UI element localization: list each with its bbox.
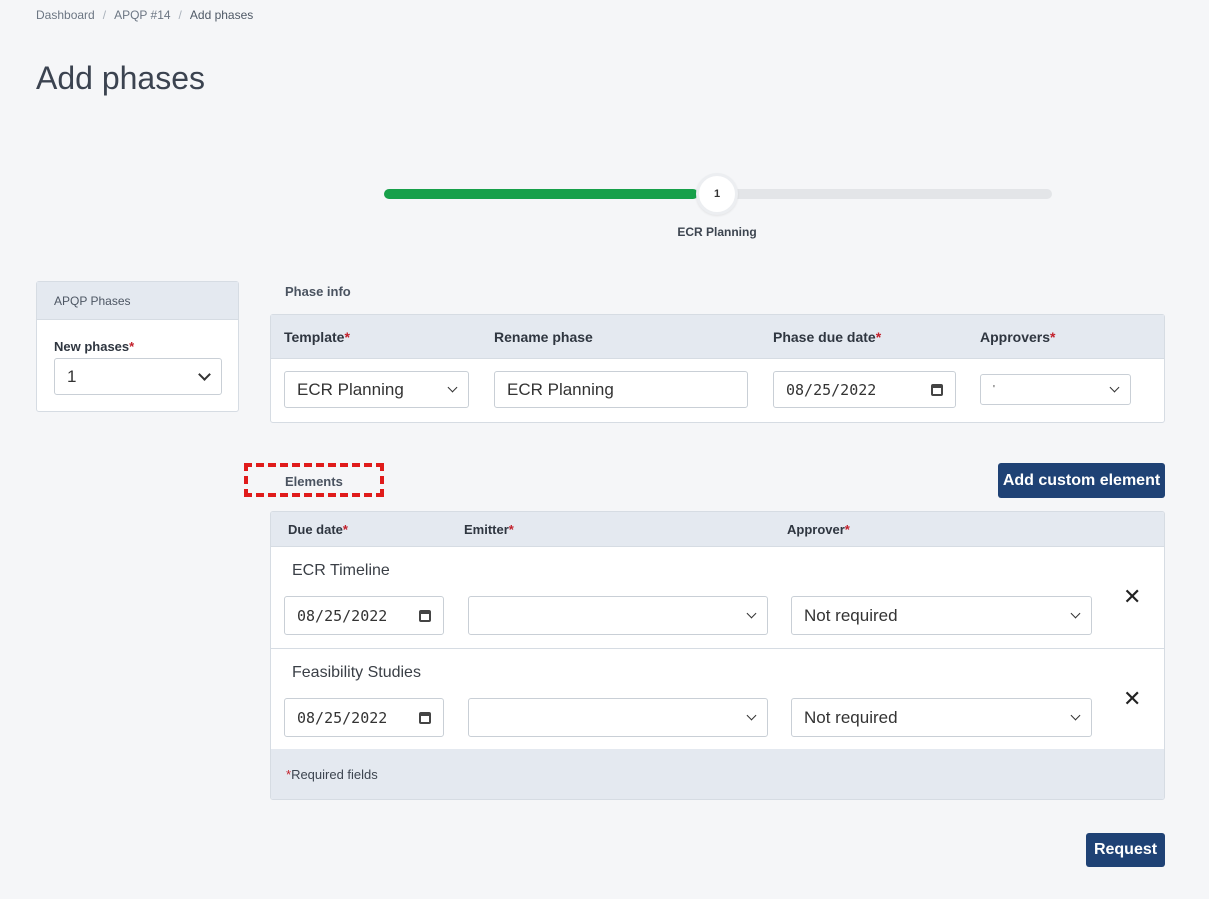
remove-element-close-icon[interactable]: ✕ <box>1123 686 1141 712</box>
new-phases-label: New phases* <box>54 339 135 354</box>
elements-label: Elements <box>285 474 343 489</box>
stepper-step-label: ECR Planning <box>677 225 757 239</box>
element-name: Feasibility Studies <box>292 664 421 681</box>
chevron-down-icon <box>746 710 757 720</box>
approver-select[interactable]: Not required <box>791 596 1092 635</box>
phase-info-table: Template* Rename phase Phase due date* A… <box>270 314 1165 423</box>
phase-due-date-input[interactable]: 08/25/2022 <box>773 371 956 408</box>
element-row: ECR Timeline 08/25/2022 Not required ✕ <box>271 547 1164 648</box>
calendar-icon[interactable] <box>419 609 431 622</box>
breadcrumb: Dashboard / APQP #14 / Add phases <box>36 8 253 22</box>
element-row: Feasibility Studies 08/25/2022 Not requi… <box>271 648 1164 749</box>
approver-value: Not required <box>804 605 898 625</box>
new-phases-select[interactable]: 1 <box>54 358 222 395</box>
required-fields-note: *Required fields <box>286 767 378 782</box>
breadcrumb-current: Add phases <box>189 8 254 22</box>
approver-select[interactable]: Not required <box>791 698 1092 737</box>
element-due-date-value: 08/25/2022 <box>297 708 388 727</box>
chevron-down-icon <box>1070 710 1081 720</box>
emitter-select[interactable] <box>468 596 768 635</box>
calendar-icon[interactable] <box>419 711 431 724</box>
column-approvers: Approvers* <box>980 329 1056 345</box>
chevron-down-icon <box>1109 382 1120 392</box>
chevron-down-icon <box>746 608 757 618</box>
element-due-date-input[interactable]: 08/25/2022 <box>284 698 444 737</box>
elements-header-row: Due date* Emitter* Approver* <box>271 512 1164 547</box>
remove-element-close-icon[interactable]: ✕ <box>1123 584 1141 610</box>
column-template: Template* <box>284 329 350 345</box>
new-phases-value: 1 <box>67 366 77 386</box>
page-title: Add phases <box>36 60 206 96</box>
approvers-select[interactable]: ' <box>980 374 1131 405</box>
apqp-phases-header: APQP Phases <box>37 282 238 320</box>
phase-info-label: Phase info <box>285 284 351 299</box>
breadcrumb-separator: / <box>102 8 107 22</box>
stepper-step-node[interactable]: 1 <box>696 173 738 215</box>
phase-info-header-row: Template* Rename phase Phase due date* A… <box>271 315 1164 359</box>
element-due-date-value: 08/25/2022 <box>297 606 388 625</box>
elements-footer: *Required fields <box>271 749 1164 799</box>
template-value: ECR Planning <box>297 379 404 399</box>
elements-table: Due date* Emitter* Approver* ECR Timelin… <box>270 511 1165 800</box>
calendar-icon[interactable] <box>931 383 943 396</box>
phase-due-date-value: 08/25/2022 <box>786 380 877 399</box>
request-button[interactable]: Request <box>1086 833 1165 867</box>
stepper-progress-fill <box>384 189 698 199</box>
add-custom-element-button[interactable]: Add custom element <box>998 463 1165 498</box>
apqp-phases-card: APQP Phases New phases* 1 <box>36 281 239 412</box>
rename-phase-input[interactable]: ECR Planning <box>494 371 748 408</box>
breadcrumb-separator: / <box>178 8 182 22</box>
approver-value: Not required <box>804 707 898 727</box>
breadcrumb-apqp-link[interactable]: APQP #14 <box>114 8 170 22</box>
chevron-down-icon <box>198 367 211 381</box>
column-rename-phase: Rename phase <box>494 329 593 345</box>
template-select[interactable]: ECR Planning <box>284 371 469 408</box>
chevron-down-icon <box>447 382 458 392</box>
column-emitter: Emitter* <box>464 522 514 537</box>
column-phase-due-date: Phase due date* <box>773 329 882 345</box>
approvers-value: ' <box>993 384 995 395</box>
element-due-date-input[interactable]: 08/25/2022 <box>284 596 444 635</box>
breadcrumb-dashboard-link[interactable]: Dashboard <box>36 8 95 22</box>
column-due-date: Due date* <box>288 522 348 537</box>
element-name: ECR Timeline <box>292 562 390 579</box>
emitter-select[interactable] <box>468 698 768 737</box>
chevron-down-icon <box>1070 608 1081 618</box>
column-approver: Approver* <box>787 522 850 537</box>
